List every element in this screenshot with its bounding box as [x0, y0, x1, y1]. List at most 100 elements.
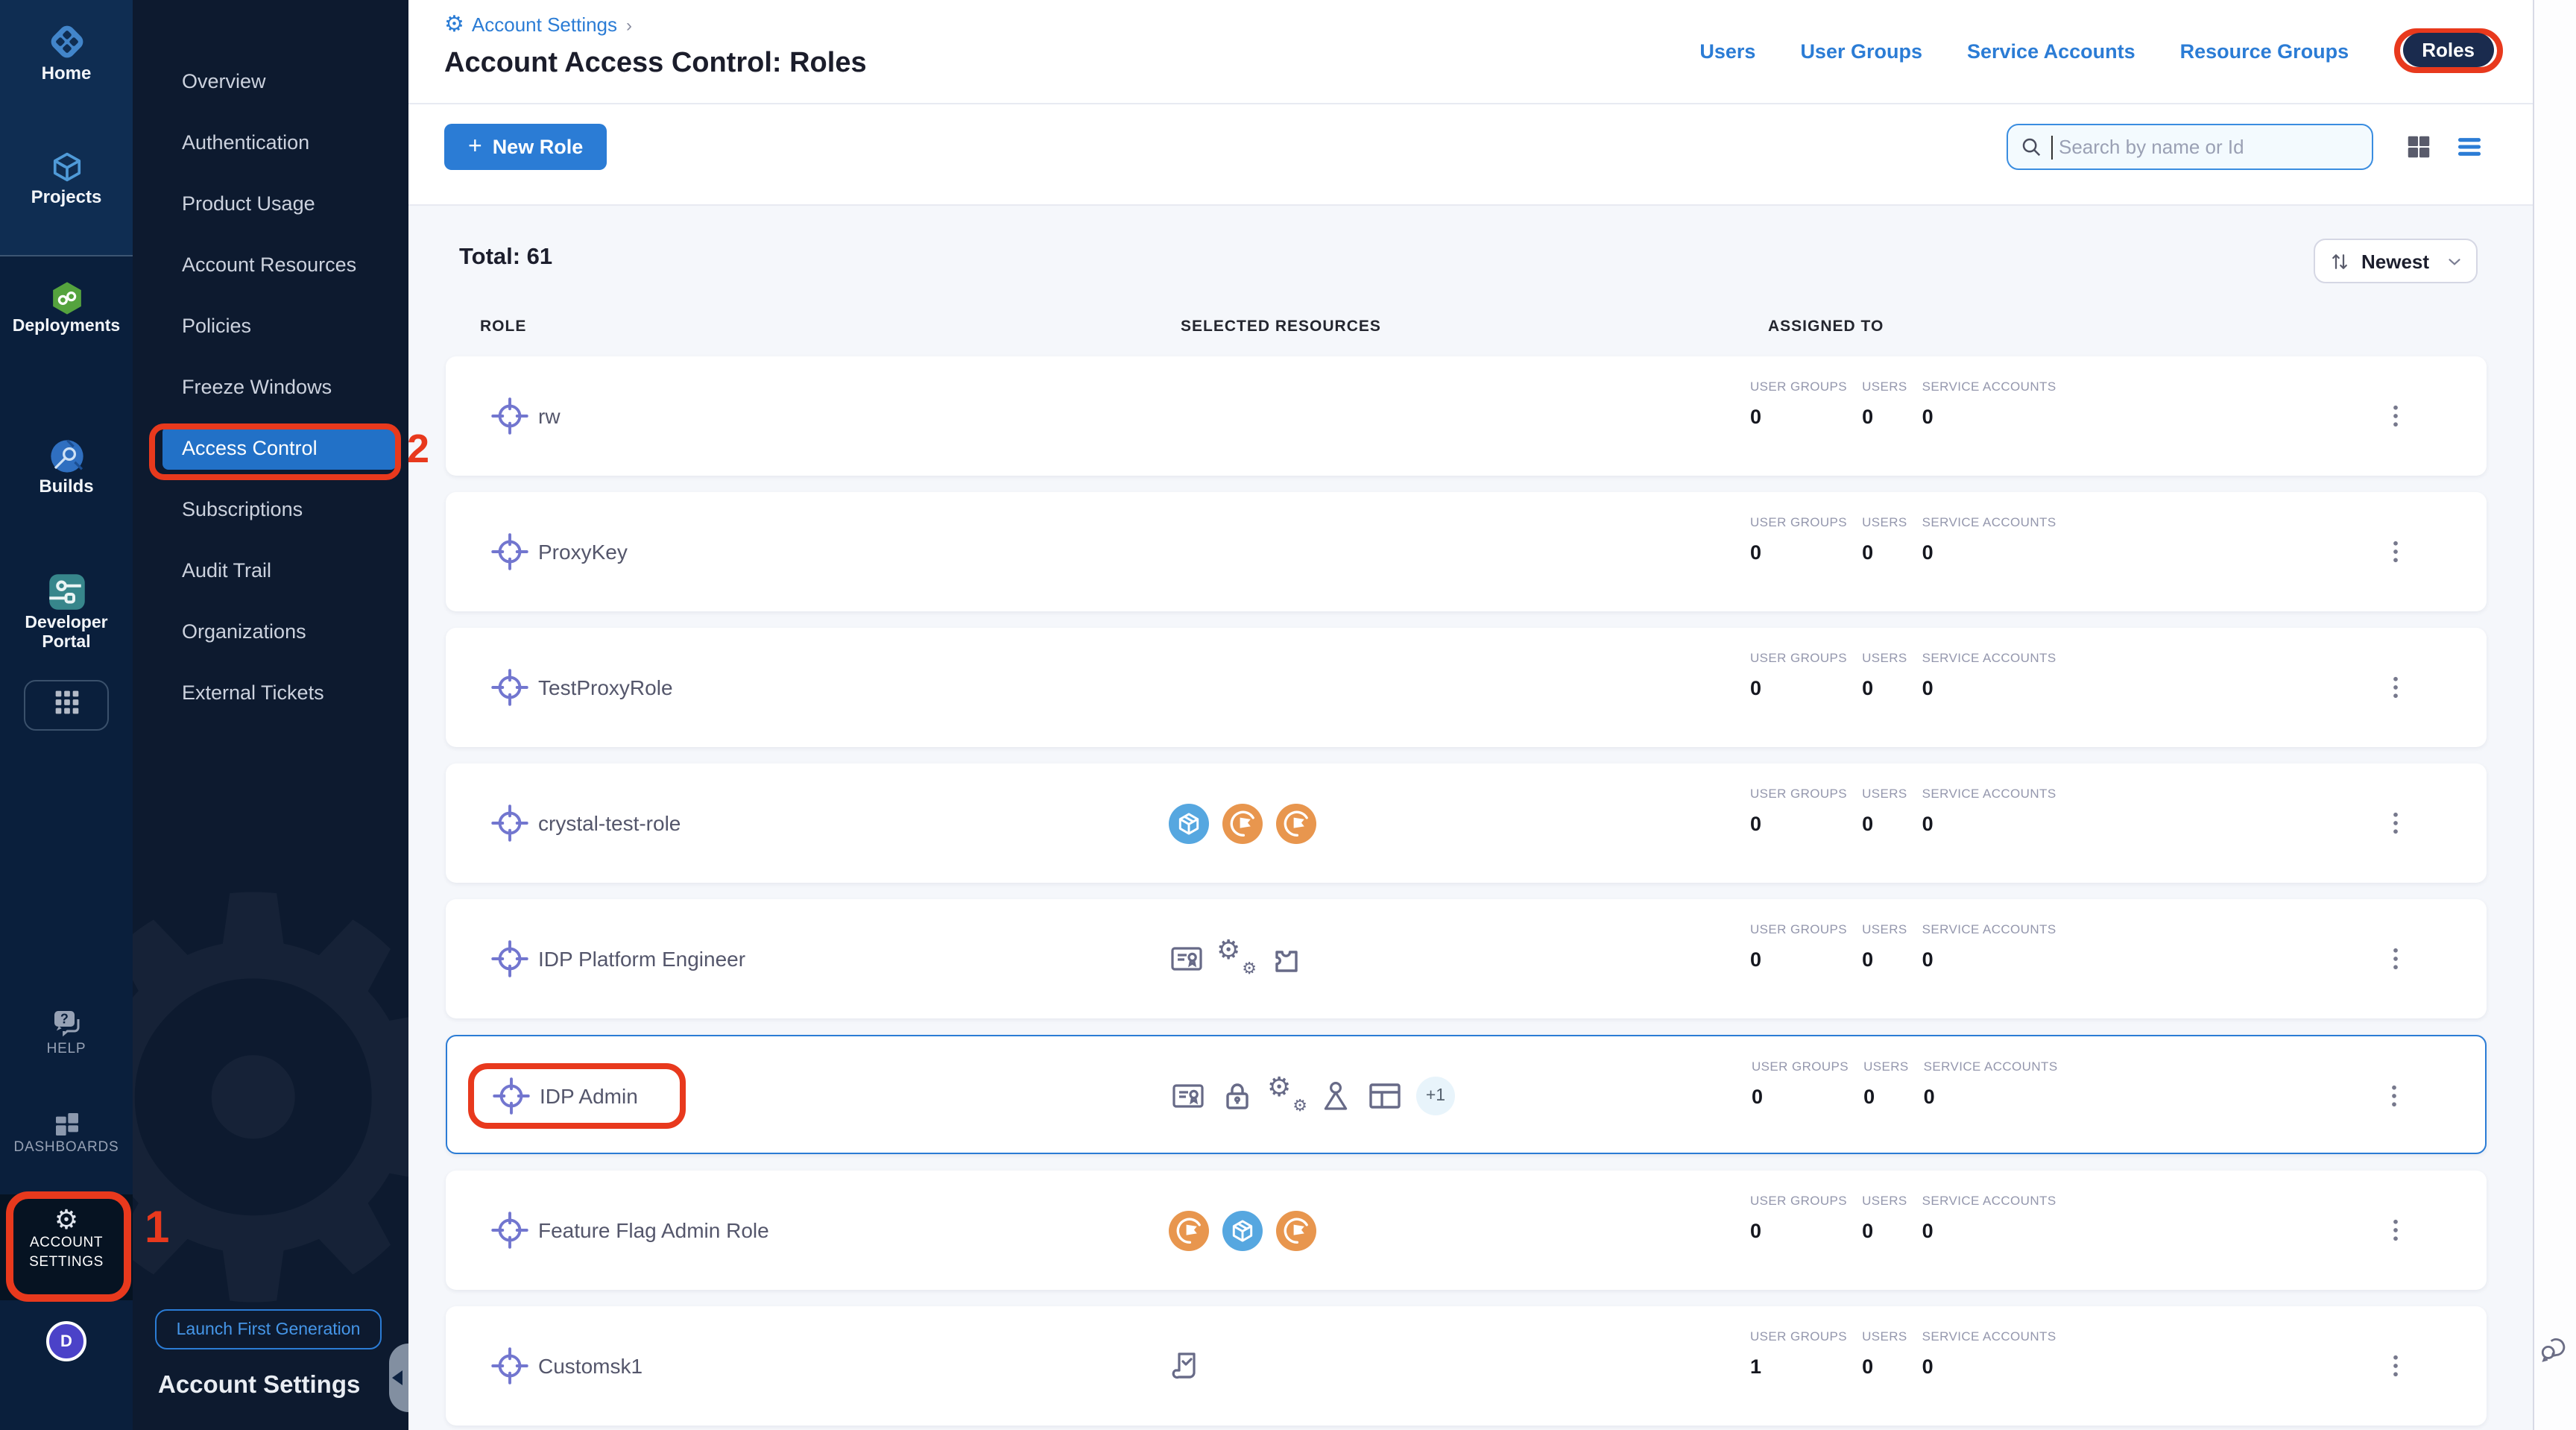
list-view-toggle[interactable]	[2455, 133, 2484, 161]
role-name[interactable]: TestProxyRole	[538, 628, 673, 747]
assigned-to-block: USER GROUPS 0 USERS 0 SERVICE ACCOUNTS 0	[1750, 786, 2056, 835]
flag-chip-icon	[1276, 1210, 1316, 1250]
subnav-item-audit-trail[interactable]: Audit Trail	[133, 540, 408, 601]
grid-view-toggle[interactable]	[2405, 133, 2433, 161]
role-name[interactable]: Feature Flag Admin Role	[538, 1171, 769, 1290]
users-count: 0	[1862, 541, 1907, 564]
sidebar-item-dashboards[interactable]: DASHBOARDS	[0, 1109, 133, 1156]
module-picker-button[interactable]	[24, 680, 109, 731]
support-chat-icon[interactable]	[2539, 1333, 2570, 1364]
sidebar-item-account-settings[interactable]: ⚙ ACCOUNT SETTINGS	[0, 1194, 133, 1300]
row-menu-button[interactable]	[2382, 674, 2409, 701]
service-accounts-count: 0	[1922, 541, 2056, 564]
page-title: Account Access Control: Roles	[444, 48, 867, 81]
row-menu-button[interactable]	[2382, 538, 2409, 565]
role-name[interactable]: rw	[538, 356, 561, 476]
tab-users[interactable]: Users	[1699, 40, 1755, 62]
subnav-menu: OverviewAuthenticationProduct UsageAccou…	[133, 51, 408, 723]
role-row[interactable]: rw USER GROUPS 0 USERS 0 SERVICE ACCOUNT…	[446, 356, 2487, 476]
user-groups-label: USER GROUPS	[1750, 922, 1847, 936]
assigned-to-block: USER GROUPS 0 USERS 0 SERVICE ACCOUNTS 0	[1750, 514, 2056, 564]
users-count: 0	[1862, 813, 1907, 835]
account-settings-gear-icon: ⚙	[0, 1206, 133, 1233]
subnav-item-authentication[interactable]: Authentication	[133, 112, 408, 173]
subnav-item-external-tickets[interactable]: External Tickets	[133, 662, 408, 723]
user-groups-label: USER GROUPS	[1752, 1059, 1849, 1074]
row-menu-button[interactable]	[2382, 945, 2409, 972]
sidebar-item-developer-portal[interactable]: Developer Portal	[0, 570, 133, 653]
sort-dropdown[interactable]: Newest	[2314, 239, 2478, 283]
subnav-item-organizations[interactable]: Organizations	[133, 601, 408, 662]
page-header: ⚙ Account Settings › Account Access Cont…	[408, 0, 2533, 104]
sidebar-item-home[interactable]: Home	[0, 21, 133, 84]
role-name[interactable]: Customsk1	[538, 1306, 643, 1426]
selected-resources	[1169, 1171, 1316, 1290]
sidebar-item-builds[interactable]: Builds	[0, 437, 133, 497]
subnav-item-account-resources[interactable]: Account Resources	[133, 234, 408, 295]
list-toolbar: + New Role	[408, 104, 2533, 206]
subnav-item-freeze-windows[interactable]: Freeze Windows	[133, 356, 408, 418]
role-row[interactable]: TestProxyRole USER GROUPS 0 USERS 0 SERV…	[446, 628, 2487, 747]
role-row[interactable]: Customsk1 USER GROUPS 1 USERS 0 SERVICE …	[446, 1306, 2487, 1426]
search-input[interactable]	[2056, 134, 2324, 160]
tab-roles-active[interactable]: Roles	[2402, 33, 2494, 67]
users-count: 0	[1862, 948, 1907, 971]
role-row[interactable]: Feature Flag Admin Role USER GROUPS 0 US…	[446, 1171, 2487, 1290]
service-accounts-label: SERVICE ACCOUNTS	[1922, 379, 2056, 394]
role-row[interactable]: IDP Platform Engineer ⚙⚙ USER GROUPS 0 U…	[446, 899, 2487, 1018]
row-menu-button[interactable]	[2382, 1217, 2409, 1244]
role-crosshair-icon	[490, 1211, 529, 1250]
column-role: ROLE	[480, 318, 526, 336]
role-row[interactable]: crystal-test-role USER GROUPS 0 USERS 0 …	[446, 763, 2487, 883]
subnav-item-overview[interactable]: Overview	[133, 51, 408, 112]
sidebar-item-help[interactable]: ? HELP	[0, 1005, 133, 1057]
annotation-ring-roles-tab: Roles	[2393, 28, 2503, 73]
user-groups-label: USER GROUPS	[1750, 650, 1847, 665]
launch-first-generation-button[interactable]: Launch First Generation	[155, 1309, 382, 1349]
collapse-arrow-icon	[392, 1370, 402, 1385]
user-avatar[interactable]: D	[46, 1321, 86, 1361]
projects-label: Projects	[0, 186, 133, 207]
users-label: USERS	[1863, 1059, 1909, 1074]
role-row[interactable]: ProxyKey USER GROUPS 0 USERS 0 SERVICE A…	[446, 492, 2487, 611]
subnav-item-product-usage[interactable]: Product Usage	[133, 173, 408, 234]
certificate-icon	[1169, 941, 1205, 977]
row-menu-button[interactable]	[2382, 810, 2409, 837]
tab-user-groups[interactable]: User Groups	[1800, 40, 1922, 62]
collapse-sidebar-button[interactable]	[389, 1344, 408, 1412]
module-grid-icon	[51, 687, 81, 724]
row-menu-button[interactable]	[2382, 403, 2409, 429]
builds-icon	[0, 437, 133, 476]
selected-resources	[1169, 763, 1316, 883]
role-name[interactable]: crystal-test-role	[538, 763, 681, 883]
sidebar-item-projects[interactable]: Projects	[0, 148, 133, 207]
right-scroll-strip[interactable]	[2533, 0, 2576, 1430]
role-crosshair-icon	[490, 532, 529, 571]
breadcrumb: ⚙ Account Settings ›	[444, 13, 632, 36]
role-name[interactable]: IDP Platform Engineer	[538, 899, 745, 1018]
new-role-button[interactable]: + New Role	[444, 124, 607, 170]
tab-resource-groups[interactable]: Resource Groups	[2180, 40, 2349, 62]
subnav-item-subscriptions[interactable]: Subscriptions	[133, 479, 408, 540]
search-box[interactable]	[2007, 124, 2373, 170]
role-name[interactable]: ProxyKey	[538, 492, 628, 611]
service-accounts-count: 0	[1922, 677, 2056, 699]
user-groups-count: 0	[1750, 406, 1847, 428]
layout-icon	[1367, 1078, 1403, 1114]
search-icon	[2020, 136, 2042, 158]
sort-arrows-icon	[2329, 250, 2351, 272]
row-menu-button[interactable]	[2382, 1352, 2409, 1379]
sidebar-item-deployments[interactable]: Deployments	[0, 279, 133, 336]
account-settings-label-line1: ACCOUNT	[0, 1233, 133, 1253]
breadcrumb-account-settings-link[interactable]: Account Settings	[472, 13, 617, 36]
row-menu-button[interactable]	[2381, 1083, 2408, 1109]
box-chip-icon	[1169, 803, 1209, 843]
service-accounts-label: SERVICE ACCOUNTS	[1922, 786, 2056, 801]
service-accounts-count: 0	[1924, 1086, 2058, 1108]
subnav-item-policies[interactable]: Policies	[133, 295, 408, 356]
subnav-item-access-control[interactable]: Access Control	[162, 426, 397, 470]
role-row[interactable]: IDP Admin ⚙⚙+1 USER GROUPS 0 USERS 0 SER…	[446, 1035, 2487, 1154]
users-count: 0	[1862, 1355, 1907, 1378]
tab-service-accounts[interactable]: Service Accounts	[1967, 40, 2135, 62]
role-name[interactable]: IDP Admin	[540, 1036, 638, 1156]
